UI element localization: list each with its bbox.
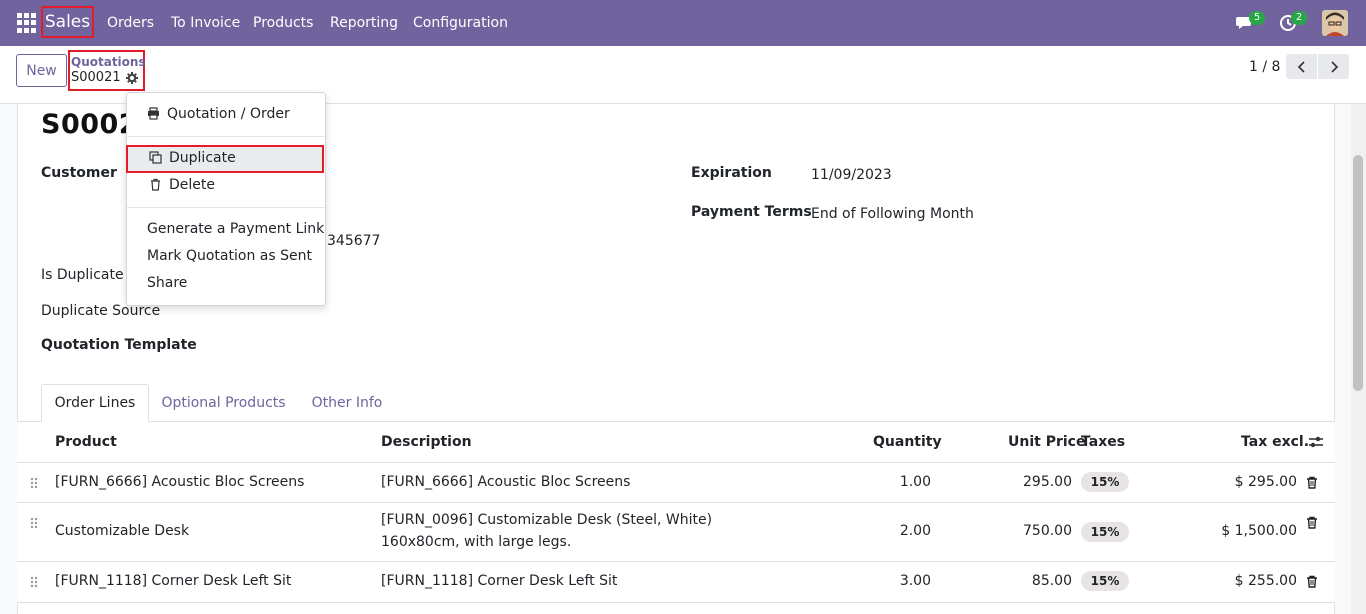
row-unit-price[interactable]: 85.00 (972, 573, 1072, 589)
tax-badge[interactable]: 15% (1081, 522, 1129, 542)
row-description[interactable]: [FURN_6666] Acoustic Bloc Screens (381, 474, 630, 490)
tab-order-lines[interactable]: Order Lines (41, 384, 149, 422)
copy-icon (149, 151, 162, 164)
row-quantity[interactable]: 1.00 (831, 474, 931, 490)
row-quantity[interactable]: 2.00 (831, 523, 931, 539)
apps-grid-icon[interactable] (17, 13, 37, 33)
tab-optional-products[interactable]: Optional Products (151, 384, 296, 422)
row-description[interactable]: [FURN_1118] Corner Desk Left Sit (381, 573, 617, 589)
menu-divider (127, 207, 325, 208)
breadcrumb-current: S00021 (71, 70, 121, 85)
row-product[interactable]: [FURN_1118] Corner Desk Left Sit (55, 573, 291, 589)
menu-item-share[interactable]: Share (147, 275, 187, 291)
table-row[interactable]: [FURN_6666] Acoustic Bloc Screens [FURN_… (17, 463, 1335, 503)
expiration-field[interactable]: 11/09/2023 (811, 167, 892, 183)
print-icon (148, 107, 159, 120)
expiration-label: Expiration (691, 165, 772, 181)
gear-icon[interactable] (126, 72, 138, 84)
app-brand-sales[interactable]: Sales (41, 6, 94, 38)
trash-icon (151, 178, 160, 191)
drag-handle-icon[interactable] (30, 576, 38, 588)
breadcrumb-parent-link[interactable]: Quotations (71, 55, 146, 69)
row-description[interactable]: [FURN_0096] Customizable Desk (Steel, Wh… (381, 512, 712, 528)
top-navbar: Sales Orders To Invoice Products Reporti… (0, 0, 1366, 46)
activities-badge: 2 (1291, 11, 1307, 25)
table-row[interactable]: Customizable Desk [FURN_0096] Customizab… (17, 503, 1335, 562)
menu-item-mark-quotation-sent[interactable]: Mark Quotation as Sent (147, 248, 312, 264)
row-description-line2[interactable]: 160x80cm, with large legs. (381, 534, 571, 550)
customer-phone: 345677 (327, 233, 381, 249)
optional-columns-toggle-icon[interactable] (1308, 435, 1324, 449)
chevron-left-icon (1297, 60, 1305, 73)
actions-dropdown-menu (126, 92, 326, 306)
tax-badge[interactable]: 15% (1081, 571, 1129, 591)
column-header-tax-excl[interactable]: Tax excl. (1241, 434, 1309, 450)
menu-products[interactable]: Products (253, 0, 313, 46)
customer-label: Customer (41, 165, 117, 181)
row-unit-price[interactable]: 295.00 (972, 474, 1072, 490)
payment-terms-label: Payment Terms (691, 204, 812, 220)
row-product[interactable]: Customizable Desk (55, 523, 189, 539)
user-avatar[interactable] (1322, 10, 1348, 36)
delete-row-icon[interactable] (1306, 516, 1318, 529)
column-header-description[interactable]: Description (381, 434, 472, 450)
menu-configuration[interactable]: Configuration (413, 0, 508, 46)
menu-item-delete[interactable]: Delete (169, 177, 215, 193)
column-header-taxes[interactable]: Taxes (1081, 434, 1125, 450)
menu-orders[interactable]: Orders (107, 0, 154, 46)
tax-badge[interactable]: 15% (1081, 472, 1129, 492)
menu-divider (127, 136, 325, 137)
payment-terms-field[interactable]: End of Following Month (811, 206, 974, 222)
is-duplicate-label: Is Duplicate (41, 267, 124, 283)
menu-reporting[interactable]: Reporting (330, 0, 398, 46)
row-quantity[interactable]: 3.00 (831, 573, 931, 589)
chevron-right-icon (1330, 60, 1338, 73)
delete-row-icon[interactable] (1306, 476, 1318, 489)
messages-badge: 5 (1249, 11, 1265, 25)
drag-handle-icon[interactable] (30, 477, 38, 489)
row-subtotal: $ 295.00 (1234, 474, 1297, 490)
column-header-product[interactable]: Product (55, 434, 117, 450)
row-product[interactable]: [FURN_6666] Acoustic Bloc Screens (55, 474, 304, 490)
row-subtotal: $ 1,500.00 (1221, 523, 1297, 539)
menu-to-invoice[interactable]: To Invoice (171, 0, 240, 46)
table-row[interactable]: [FURN_1118] Corner Desk Left Sit [FURN_1… (17, 562, 1335, 603)
quotation-template-label: Quotation Template (41, 337, 197, 353)
scrollbar-thumb[interactable] (1353, 155, 1363, 391)
menu-item-generate-payment-link[interactable]: Generate a Payment Link (147, 221, 324, 237)
pager-previous-button[interactable] (1286, 54, 1317, 79)
row-subtotal: $ 255.00 (1234, 573, 1297, 589)
column-header-quantity[interactable]: Quantity (873, 434, 942, 450)
menu-item-duplicate[interactable]: Duplicate (169, 150, 236, 166)
menu-item-print-quotation[interactable]: Quotation / Order (167, 106, 290, 122)
new-button[interactable]: New (16, 54, 67, 87)
row-unit-price[interactable]: 750.00 (972, 523, 1072, 539)
delete-row-icon[interactable] (1306, 575, 1318, 588)
tab-other-info[interactable]: Other Info (298, 384, 396, 422)
column-header-unit-price[interactable]: Unit Price (1008, 434, 1085, 450)
pager-next-button[interactable] (1318, 54, 1349, 79)
drag-handle-icon[interactable] (30, 517, 38, 529)
table-header: Product Description Quantity Unit Price … (17, 422, 1335, 463)
pager-value[interactable]: 1 / 8 (1249, 59, 1280, 75)
